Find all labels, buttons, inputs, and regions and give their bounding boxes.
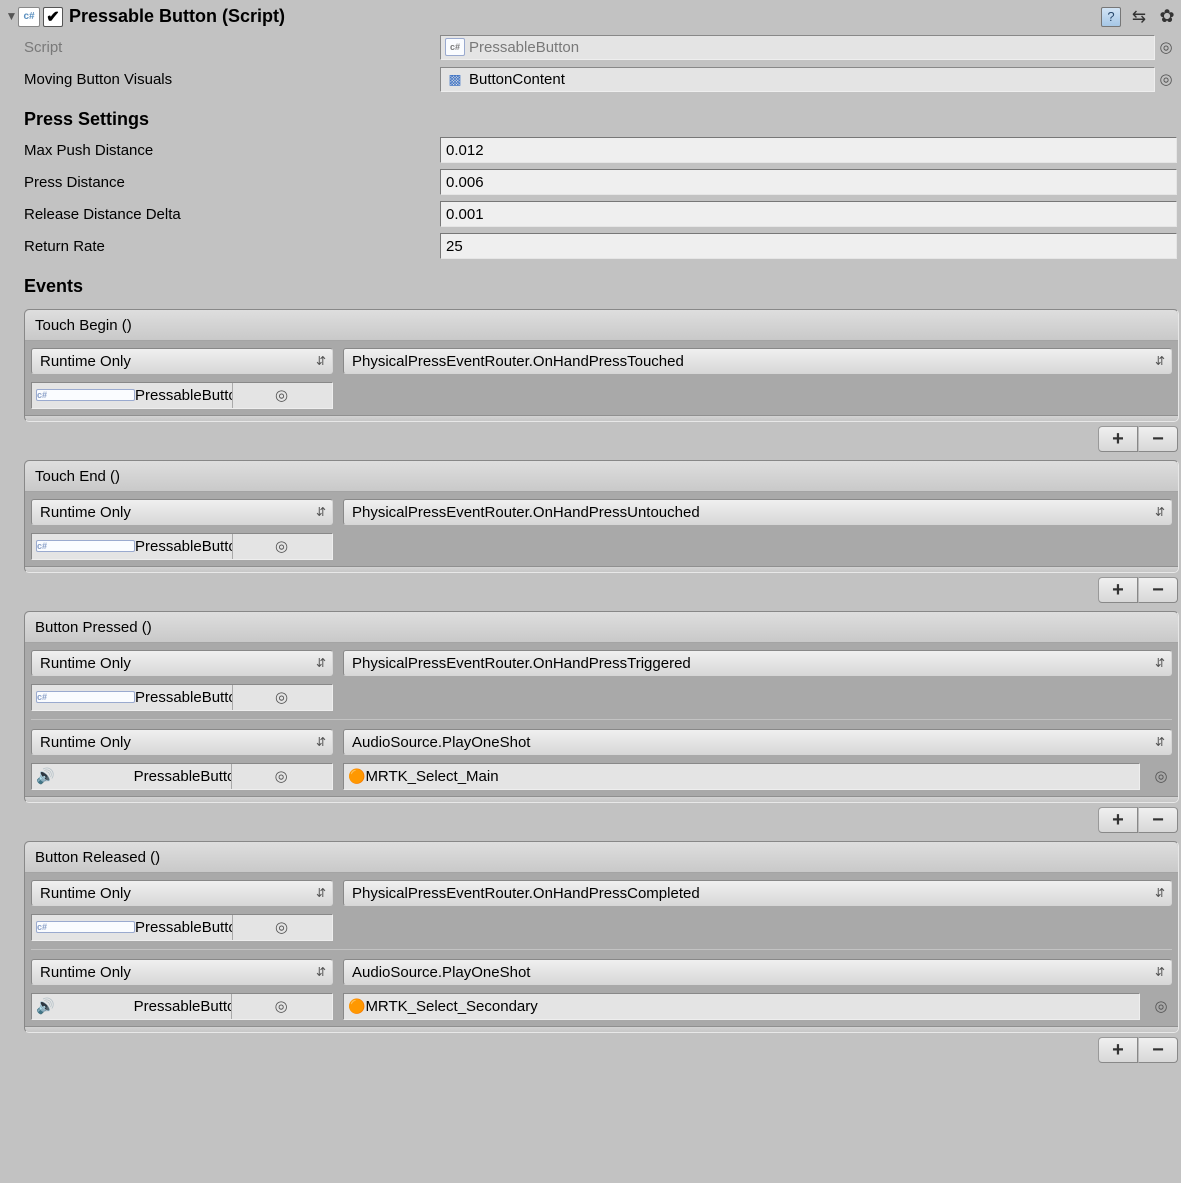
csharp-icon: c# xyxy=(36,389,135,401)
event-target-field[interactable]: 🔊PressableButtonPlated (A xyxy=(31,993,333,1020)
press-distance-input[interactable]: 0.006 xyxy=(440,169,1177,195)
help-icon[interactable]: ? xyxy=(1101,7,1121,27)
event-title: Button Released () xyxy=(25,842,1178,873)
function-dropdown[interactable]: PhysicalPressEventRouter.OnHandPressUnto… xyxy=(343,499,1172,525)
object-picker-icon[interactable] xyxy=(231,994,330,1019)
event-target-value: PressableButtonPlated (P xyxy=(135,689,232,706)
event-target-value: PressableButtonPlated (P xyxy=(135,919,232,936)
remove-event-button[interactable]: − xyxy=(1138,1037,1178,1063)
call-state-dropdown[interactable]: Runtime Only xyxy=(31,499,333,525)
max-push-distance-label: Max Push Distance xyxy=(24,142,440,159)
event-target-field[interactable]: c#PressableButtonPlated (P xyxy=(31,684,333,711)
script-value: PressableButton xyxy=(469,39,579,56)
script-icon: c# xyxy=(18,7,40,27)
audioclip-icon: 🟠 xyxy=(348,768,365,785)
event-target-field[interactable]: c#PressableButtonPlated (P xyxy=(31,533,333,560)
events-header: Events xyxy=(4,262,1177,301)
event-group: Button Pressed () Runtime Only PhysicalPre… xyxy=(24,611,1179,833)
release-distance-delta-input[interactable]: 0.001 xyxy=(440,201,1177,227)
event-argument-field[interactable]: 🟠MRTK_Select_Main xyxy=(343,763,1140,790)
call-state-dropdown[interactable]: Runtime Only xyxy=(31,729,333,755)
event-argument-field[interactable]: 🟠MRTK_Select_Secondary xyxy=(343,993,1140,1020)
object-picker-icon[interactable] xyxy=(232,534,330,559)
function-dropdown[interactable]: PhysicalPressEventRouter.OnHandPressTouc… xyxy=(343,348,1172,374)
event-target-value: PressableButtonPlated (A xyxy=(134,998,232,1015)
enable-checkbox[interactable]: ✔ xyxy=(43,7,63,27)
object-picker-icon[interactable] xyxy=(1155,38,1177,56)
preset-icon[interactable]: ⇆ xyxy=(1129,7,1149,27)
event-title: Touch Begin () xyxy=(25,310,1178,341)
object-picker-icon[interactable] xyxy=(1150,767,1172,785)
event-group: Touch End () Runtime Only PhysicalPressEve… xyxy=(24,460,1179,603)
csharp-icon: c# xyxy=(36,921,135,933)
press-distance-label: Press Distance xyxy=(24,174,440,191)
event-group: Button Released () Runtime Only PhysicalPr… xyxy=(24,841,1179,1063)
object-picker-icon[interactable] xyxy=(232,685,330,710)
remove-event-button[interactable]: − xyxy=(1138,577,1178,603)
foldout-toggle-icon[interactable] xyxy=(4,8,18,25)
function-dropdown[interactable]: PhysicalPressEventRouter.OnHandPressComp… xyxy=(343,880,1172,906)
event-title: Touch End () xyxy=(25,461,1178,492)
call-state-dropdown[interactable]: Runtime Only xyxy=(31,348,333,374)
object-picker-icon[interactable] xyxy=(1150,997,1172,1015)
function-dropdown[interactable]: AudioSource.PlayOneShot xyxy=(343,729,1172,755)
call-state-dropdown[interactable]: Runtime Only xyxy=(31,650,333,676)
event-target-value: PressableButtonPlated (P xyxy=(135,538,232,555)
csharp-icon: c# xyxy=(445,38,465,56)
function-dropdown[interactable]: AudioSource.PlayOneShot xyxy=(343,959,1172,985)
event-target-field[interactable]: c#PressableButtonPlated (P xyxy=(31,382,333,409)
audiosource-icon: 🔊 xyxy=(36,767,134,785)
add-event-button[interactable]: + xyxy=(1098,807,1138,833)
event-argument-value: MRTK_Select_Secondary xyxy=(365,998,537,1015)
audioclip-icon: 🟠 xyxy=(348,998,365,1015)
gear-icon[interactable]: ✿ xyxy=(1157,7,1177,27)
function-dropdown[interactable]: PhysicalPressEventRouter.OnHandPressTrig… xyxy=(343,650,1172,676)
object-picker-icon[interactable] xyxy=(232,915,330,940)
event-argument-value: MRTK_Select_Main xyxy=(365,768,498,785)
remove-event-button[interactable]: − xyxy=(1138,807,1178,833)
event-target-value: PressableButtonPlated (A xyxy=(134,768,232,785)
script-label: Script xyxy=(24,39,440,56)
add-event-button[interactable]: + xyxy=(1098,1037,1138,1063)
add-event-button[interactable]: + xyxy=(1098,577,1138,603)
object-picker-icon[interactable] xyxy=(232,383,330,408)
component-title: Pressable Button (Script) xyxy=(69,6,285,27)
add-event-button[interactable]: + xyxy=(1098,426,1138,452)
event-target-field[interactable]: c#PressableButtonPlated (P xyxy=(31,914,333,941)
moving-button-visuals-value: ButtonContent xyxy=(469,71,565,88)
gameobject-icon: ▩ xyxy=(445,70,465,88)
press-settings-header: Press Settings xyxy=(4,95,1177,134)
moving-button-visuals-field[interactable]: ▩ ButtonContent xyxy=(440,67,1155,92)
object-picker-icon[interactable] xyxy=(231,764,330,789)
script-field: c# PressableButton xyxy=(440,35,1155,60)
remove-event-button[interactable]: − xyxy=(1138,426,1178,452)
call-state-dropdown[interactable]: Runtime Only xyxy=(31,880,333,906)
return-rate-input[interactable]: 25 xyxy=(440,233,1177,259)
event-target-field[interactable]: 🔊PressableButtonPlated (A xyxy=(31,763,333,790)
event-title: Button Pressed () xyxy=(25,612,1178,643)
max-push-distance-input[interactable]: 0.012 xyxy=(440,137,1177,163)
object-picker-icon[interactable] xyxy=(1155,70,1177,88)
csharp-icon: c# xyxy=(36,540,135,552)
call-state-dropdown[interactable]: Runtime Only xyxy=(31,959,333,985)
return-rate-label: Return Rate xyxy=(24,238,440,255)
moving-button-visuals-label: Moving Button Visuals xyxy=(24,71,440,88)
component-header: c# ✔ Pressable Button (Script) ? ⇆ ✿ xyxy=(4,2,1177,31)
event-target-value: PressableButtonPlated (P xyxy=(135,387,232,404)
audiosource-icon: 🔊 xyxy=(36,997,134,1015)
csharp-icon: c# xyxy=(36,691,135,703)
event-group: Touch Begin () Runtime Only PhysicalPressE… xyxy=(24,309,1179,452)
release-distance-delta-label: Release Distance Delta xyxy=(24,206,440,223)
